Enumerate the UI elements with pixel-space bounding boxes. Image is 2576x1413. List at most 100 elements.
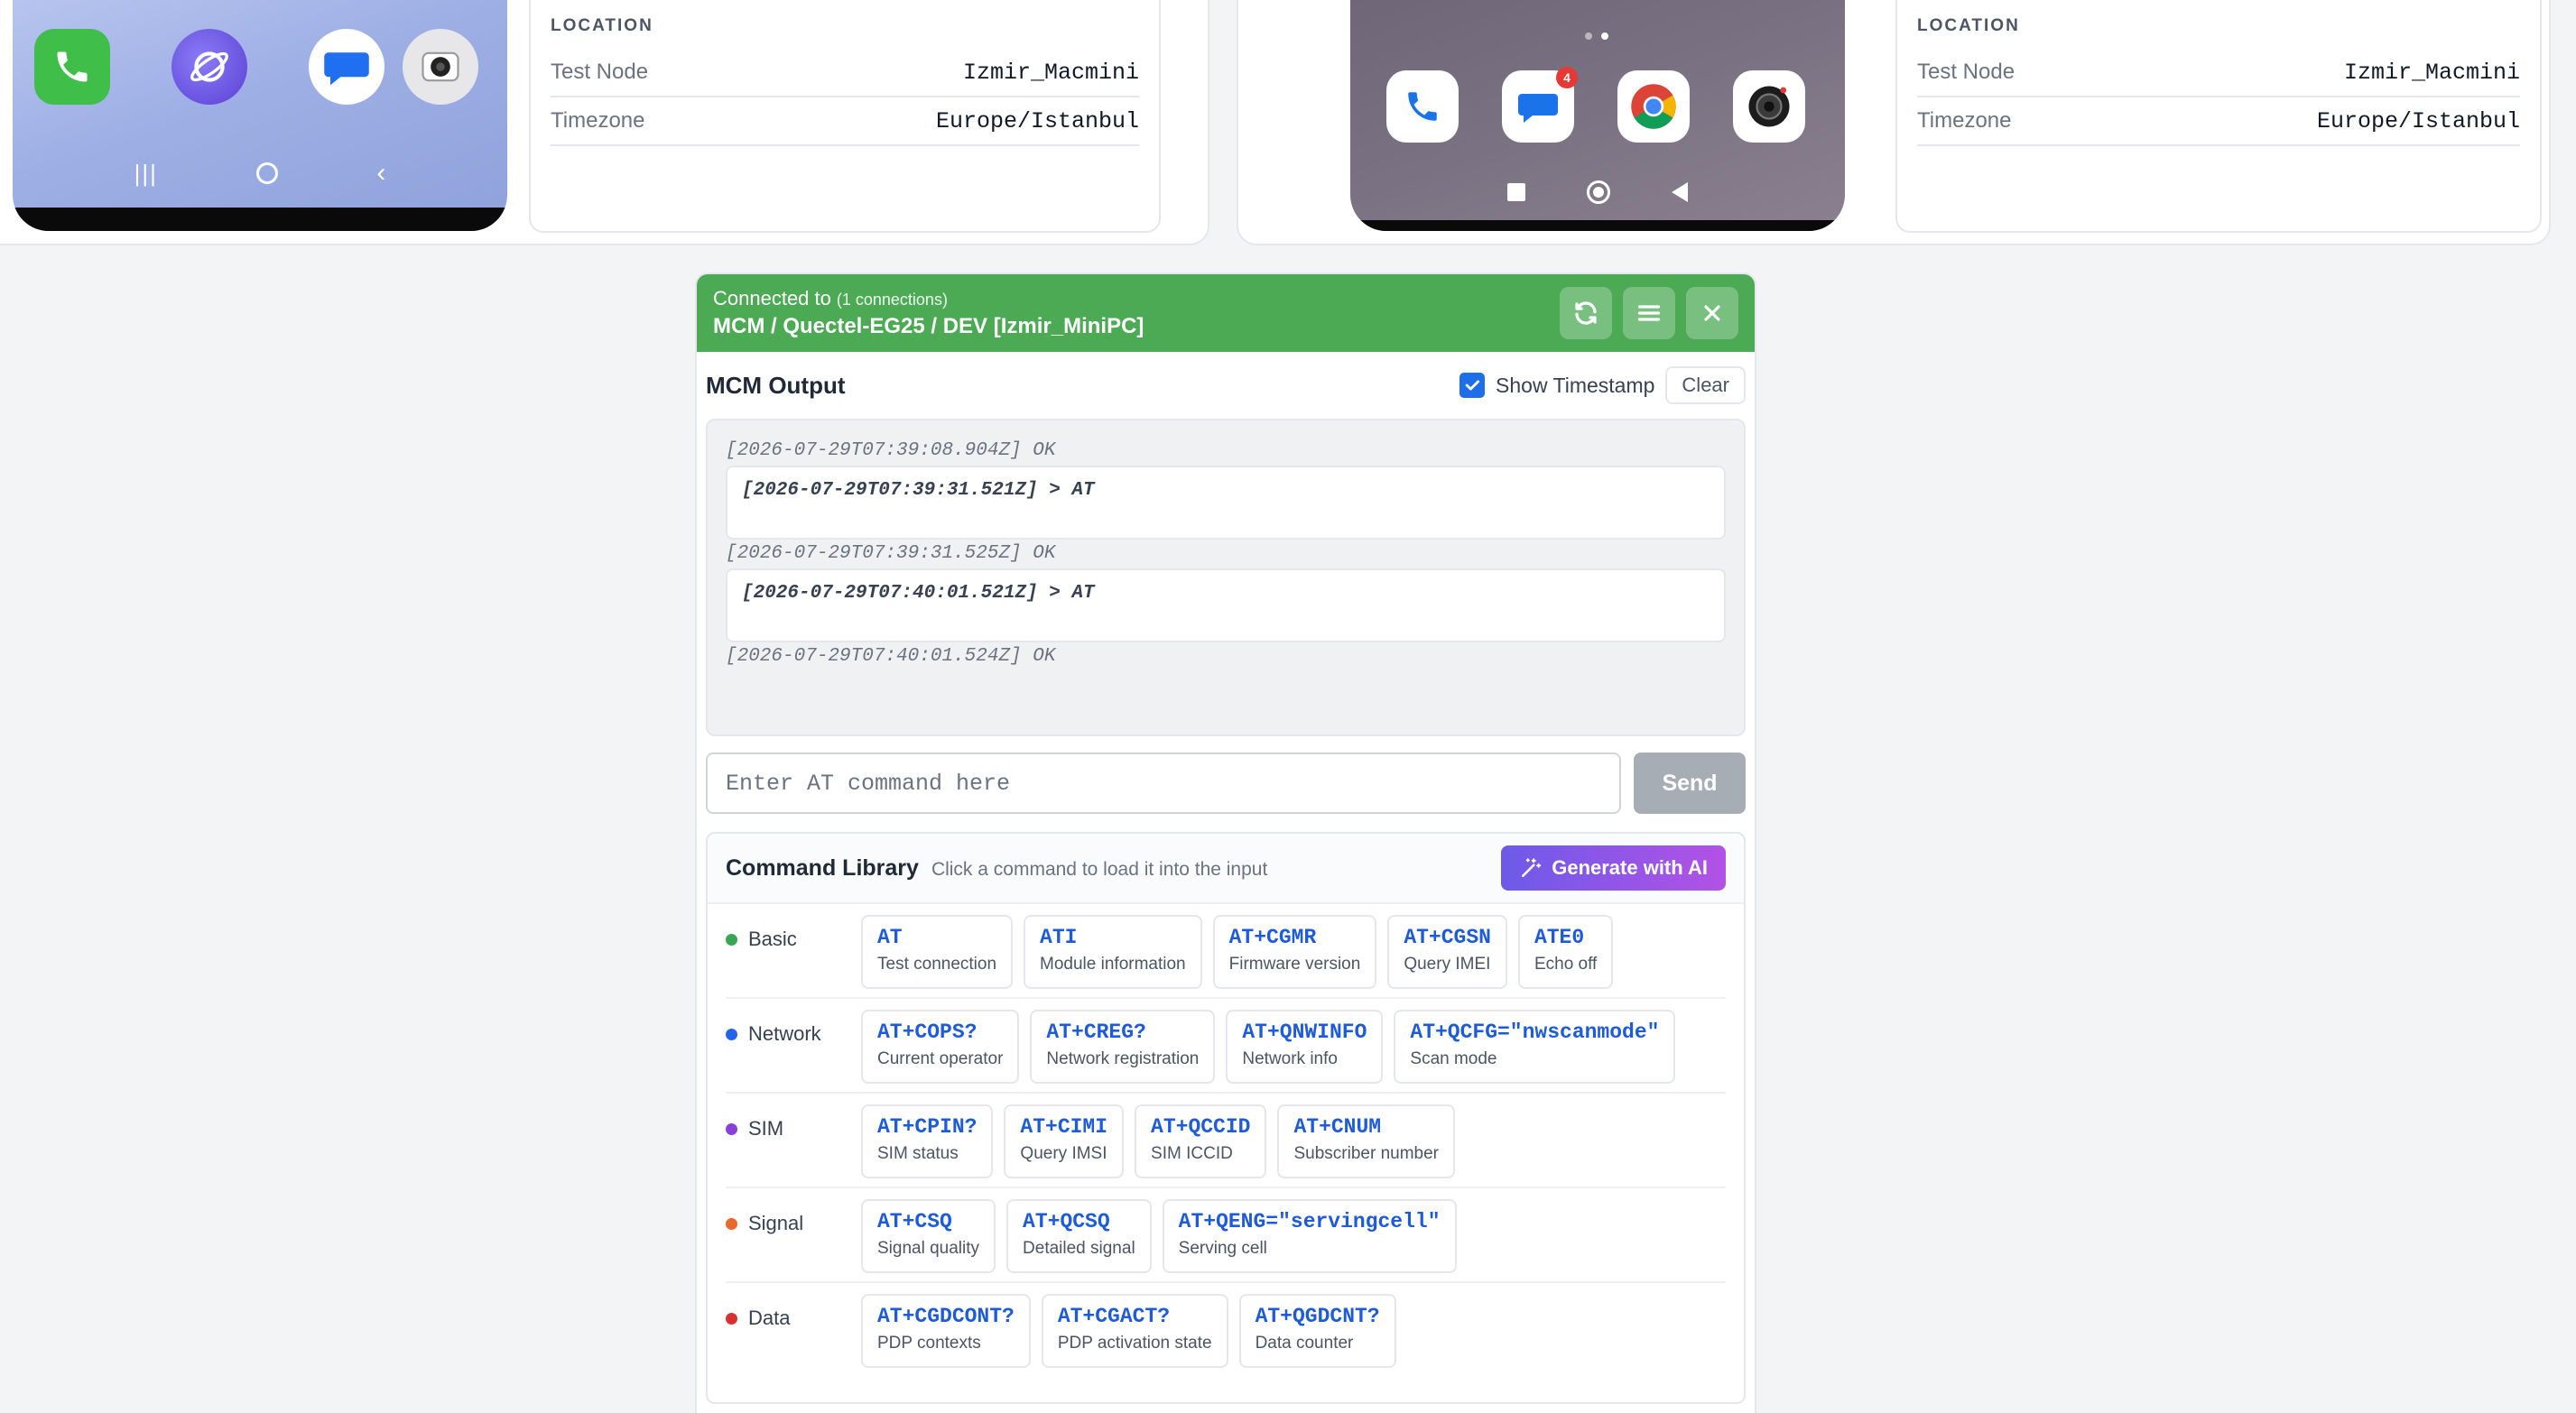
close-button[interactable]	[1686, 287, 1738, 339]
category-list: Basic AT Test connection ATI Module informat…	[708, 904, 1744, 1378]
command-code: AT+CNUM	[1293, 1115, 1382, 1139]
browser-app-icon[interactable]	[171, 29, 247, 105]
command-code: AT+QGDCNT?	[1255, 1305, 1380, 1328]
notification-badge: 4	[1556, 67, 1578, 88]
back-icon[interactable]	[1672, 182, 1688, 202]
command-chip[interactable]: ATE0 Echo off	[1517, 915, 1614, 989]
timezone-row: Timezone Europe/Istanbul	[1917, 97, 2520, 146]
command-chip[interactable]: AT+CGACT? PDP activation state	[1041, 1294, 1228, 1368]
category-name: Basic	[748, 928, 797, 950]
output-line: [2026-07-29T07:39:08.904Z] OK	[726, 440, 1056, 461]
at-command-input[interactable]	[706, 753, 1621, 814]
command-description: Subscriber number	[1293, 1144, 1439, 1163]
camera-app-icon[interactable]	[403, 29, 478, 105]
command-chip[interactable]: AT+QNWINFO Network info	[1226, 1010, 1384, 1084]
command-chip[interactable]: ATI Module information	[1024, 915, 1202, 989]
page-dots	[1585, 32, 1608, 40]
home-icon[interactable]	[1587, 180, 1610, 204]
phone-app-icon[interactable]	[1386, 70, 1459, 143]
category-label: Basic	[726, 915, 861, 951]
command-chip[interactable]: AT+CREG? Network registration	[1030, 1010, 1216, 1084]
messages-app-icon[interactable]: 4	[1502, 67, 1578, 143]
output-line: [2026-07-29T07:40:01.524Z] OK	[726, 646, 1056, 667]
output-line: [2026-07-29T07:40:01.521Z] > AT	[726, 568, 1726, 642]
messages-app-icon[interactable]	[309, 29, 385, 105]
command-code: AT+QCSQ	[1023, 1210, 1110, 1233]
connected-label: Connected to	[713, 287, 831, 309]
connection-header: Connected to (1 connections) MCM / Quecte…	[697, 274, 1755, 352]
refresh-button[interactable]	[1560, 287, 1612, 339]
home-icon[interactable]	[256, 162, 279, 184]
phone-bezel	[13, 208, 507, 231]
command-description: Data counter	[1255, 1334, 1354, 1353]
command-code: AT+CSQ	[877, 1210, 952, 1233]
command-code: AT+CREG?	[1046, 1020, 1146, 1044]
category-name: Network	[748, 1022, 821, 1045]
back-icon[interactable]: ‹	[376, 158, 385, 189]
command-chip[interactable]: AT+COPS? Current operator	[861, 1010, 1020, 1084]
menu-icon	[1637, 305, 1661, 321]
generate-with-ai-button[interactable]: Generate with AI	[1501, 845, 1726, 891]
command-description: Network registration	[1046, 1049, 1200, 1068]
menu-button[interactable]	[1623, 287, 1675, 339]
command-chip[interactable]: AT+CGSN Query IMEI	[1387, 915, 1507, 989]
chrome-app-icon[interactable]	[1617, 70, 1690, 143]
command-chips: AT+CPIN? SIM status AT+CIMI Query IMSI AT+QC…	[861, 1104, 1455, 1178]
show-timestamp-checkbox[interactable]	[1459, 373, 1486, 398]
command-description: Query IMSI	[1020, 1144, 1107, 1163]
output-console[interactable]: [2026-07-29T07:39:08.904Z] OK [2026-07-2…	[706, 419, 1746, 736]
command-chip[interactable]: AT+CPIN? SIM status	[861, 1104, 994, 1178]
command-code: AT+CPIN?	[877, 1115, 978, 1139]
test-node-label: Test Node	[551, 60, 649, 84]
command-chip[interactable]: AT+CNUM Subscriber number	[1277, 1104, 1455, 1178]
clear-button[interactable]: Clear	[1665, 366, 1746, 404]
category-label: Signal	[726, 1199, 861, 1235]
test-node-row: Test Node Izmir_Macmini	[1917, 49, 2520, 97]
output-line: [2026-07-29T07:39:31.525Z] OK	[726, 543, 1056, 564]
phone-screen-1[interactable]: ||| ‹	[13, 0, 507, 231]
command-chip[interactable]: AT+CIMI Query IMSI	[1004, 1104, 1125, 1178]
timestamp-control: Show Timestamp Clear	[1459, 366, 1746, 404]
command-chip[interactable]: AT+QCFG="nwscanmode" Scan mode	[1394, 1010, 1676, 1084]
device-card-1: ||| ‹ LOCATION Test Node Izmir_Macmini T…	[0, 0, 1209, 245]
category-name: Signal	[748, 1212, 804, 1234]
device-card-2: 4 LOCATION Test Node Izmir_Macmini Timez…	[1237, 0, 2551, 245]
command-chip[interactable]: AT+CSQ Signal quality	[861, 1199, 996, 1273]
command-chip[interactable]: AT+QGDCNT? Data counter	[1238, 1294, 1396, 1368]
command-input-row: Send	[706, 753, 1746, 814]
recents-icon[interactable]: |||	[134, 160, 158, 188]
phone-nav-bar: ||| ‹	[85, 155, 435, 191]
command-code: AT+COPS?	[877, 1020, 978, 1044]
category-row-data: Data AT+CGDCONT? PDP contexts AT+CGACT? PDP …	[726, 1283, 1726, 1378]
connection-count: (1 connections)	[836, 291, 948, 309]
test-node-value: Izmir_Macmini	[962, 59, 1139, 86]
command-chip[interactable]: AT Test connection	[861, 915, 1014, 989]
category-label: Network	[726, 1010, 861, 1046]
library-header: Command Library Click a command to load …	[708, 834, 1744, 904]
camera-app-icon[interactable]	[1733, 70, 1805, 143]
check-icon	[1465, 380, 1480, 391]
command-chip[interactable]: AT+CGMR Firmware version	[1212, 915, 1377, 989]
command-chip[interactable]: AT+QENG="servingcell" Serving cell	[1162, 1199, 1457, 1273]
send-button[interactable]: Send	[1634, 753, 1746, 814]
phone-app-icon[interactable]	[34, 29, 110, 105]
show-timestamp-label[interactable]: Show Timestamp	[1496, 374, 1654, 398]
phone-screen-2[interactable]: 4	[1350, 0, 1845, 231]
magic-wand-icon	[1522, 858, 1542, 877]
recents-icon[interactable]	[1507, 183, 1525, 201]
location-box-1: LOCATION Test Node Izmir_Macmini Timezon…	[529, 0, 1161, 233]
command-chip[interactable]: AT+CGDCONT? PDP contexts	[861, 1294, 1031, 1368]
command-chip[interactable]: AT+QCSQ Detailed signal	[1006, 1199, 1152, 1273]
command-chips: AT Test connection ATI Module information AT…	[861, 915, 1614, 989]
connection-panel: Connected to (1 connections) MCM / Quecte…	[695, 272, 1756, 1413]
category-row-signal: Signal AT+CSQ Signal quality AT+QCSQ Detaile…	[726, 1188, 1726, 1283]
output-line: [2026-07-29T07:39:31.521Z] > AT	[726, 466, 1726, 540]
location-box-2: LOCATION Test Node Izmir_Macmini Timezon…	[1895, 0, 2542, 233]
library-title: Command Library	[726, 854, 919, 881]
command-chip[interactable]: AT+QCCID SIM ICCID	[1135, 1104, 1267, 1178]
command-description: SIM ICCID	[1151, 1144, 1233, 1163]
command-code: AT+CGDCONT?	[877, 1305, 1015, 1328]
library-subtitle: Click a command to load it into the inpu…	[931, 858, 1268, 880]
command-description: Current operator	[877, 1049, 1004, 1068]
test-node-value: Izmir_Macmini	[2343, 59, 2520, 86]
